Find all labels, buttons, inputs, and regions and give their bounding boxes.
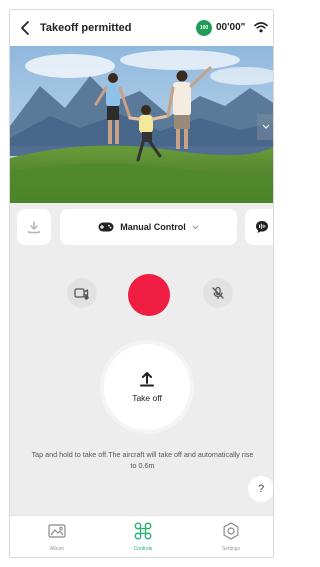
bottom-nav: Album Controls Settings (10, 515, 273, 557)
page-title: Takeoff permitted (40, 22, 132, 34)
chevron-down-icon (262, 124, 270, 129)
help-button[interactable]: ? (248, 476, 273, 502)
phone-screen: Takeoff permitted 100 00'00" Manual Cont… (9, 9, 274, 558)
download-button[interactable] (17, 209, 51, 245)
video-camera-icon (74, 288, 89, 300)
take-off-icon (140, 372, 154, 387)
album-icon (48, 524, 66, 538)
nav-item-controls[interactable]: Controls (113, 521, 173, 557)
take-off-button[interactable]: Take off (104, 344, 190, 430)
voice-bubble-icon (256, 221, 268, 233)
mic-off-icon (212, 286, 224, 299)
drone-icon (134, 522, 152, 540)
top-bar: Takeoff permitted 100 00'00" (10, 10, 273, 46)
back-arrow-icon[interactable] (19, 20, 33, 36)
chevron-down-icon (192, 225, 199, 229)
take-off-label: Take off (132, 393, 162, 403)
nav-label-controls: Controls (133, 546, 153, 552)
download-icon (28, 221, 40, 234)
video-mode-button[interactable] (67, 278, 97, 308)
flight-timer: 00'00" (216, 22, 246, 33)
camera-feed-image (10, 46, 273, 203)
battery-badge: 100 (196, 20, 212, 36)
settings-icon (223, 522, 239, 540)
voice-chat-button[interactable] (245, 209, 273, 245)
nav-label-settings: Settings (221, 546, 241, 552)
nav-label-album: Album (49, 546, 65, 552)
nav-item-settings[interactable]: Settings (201, 521, 261, 557)
camera-preview[interactable] (10, 46, 273, 203)
take-off-hint: Tap and hold to take off.The aircraft wi… (31, 450, 254, 470)
gamepad-icon (98, 222, 114, 232)
mic-toggle-button[interactable] (203, 278, 233, 308)
control-mode-row: Manual Control (10, 209, 273, 247)
record-button[interactable] (128, 274, 170, 316)
control-mode-dropdown[interactable]: Manual Control (60, 209, 237, 245)
wifi-icon (254, 22, 268, 33)
nav-item-album[interactable]: Album (27, 521, 87, 557)
control-mode-label: Manual Control (120, 222, 186, 232)
collapse-panel-button[interactable] (257, 114, 273, 140)
